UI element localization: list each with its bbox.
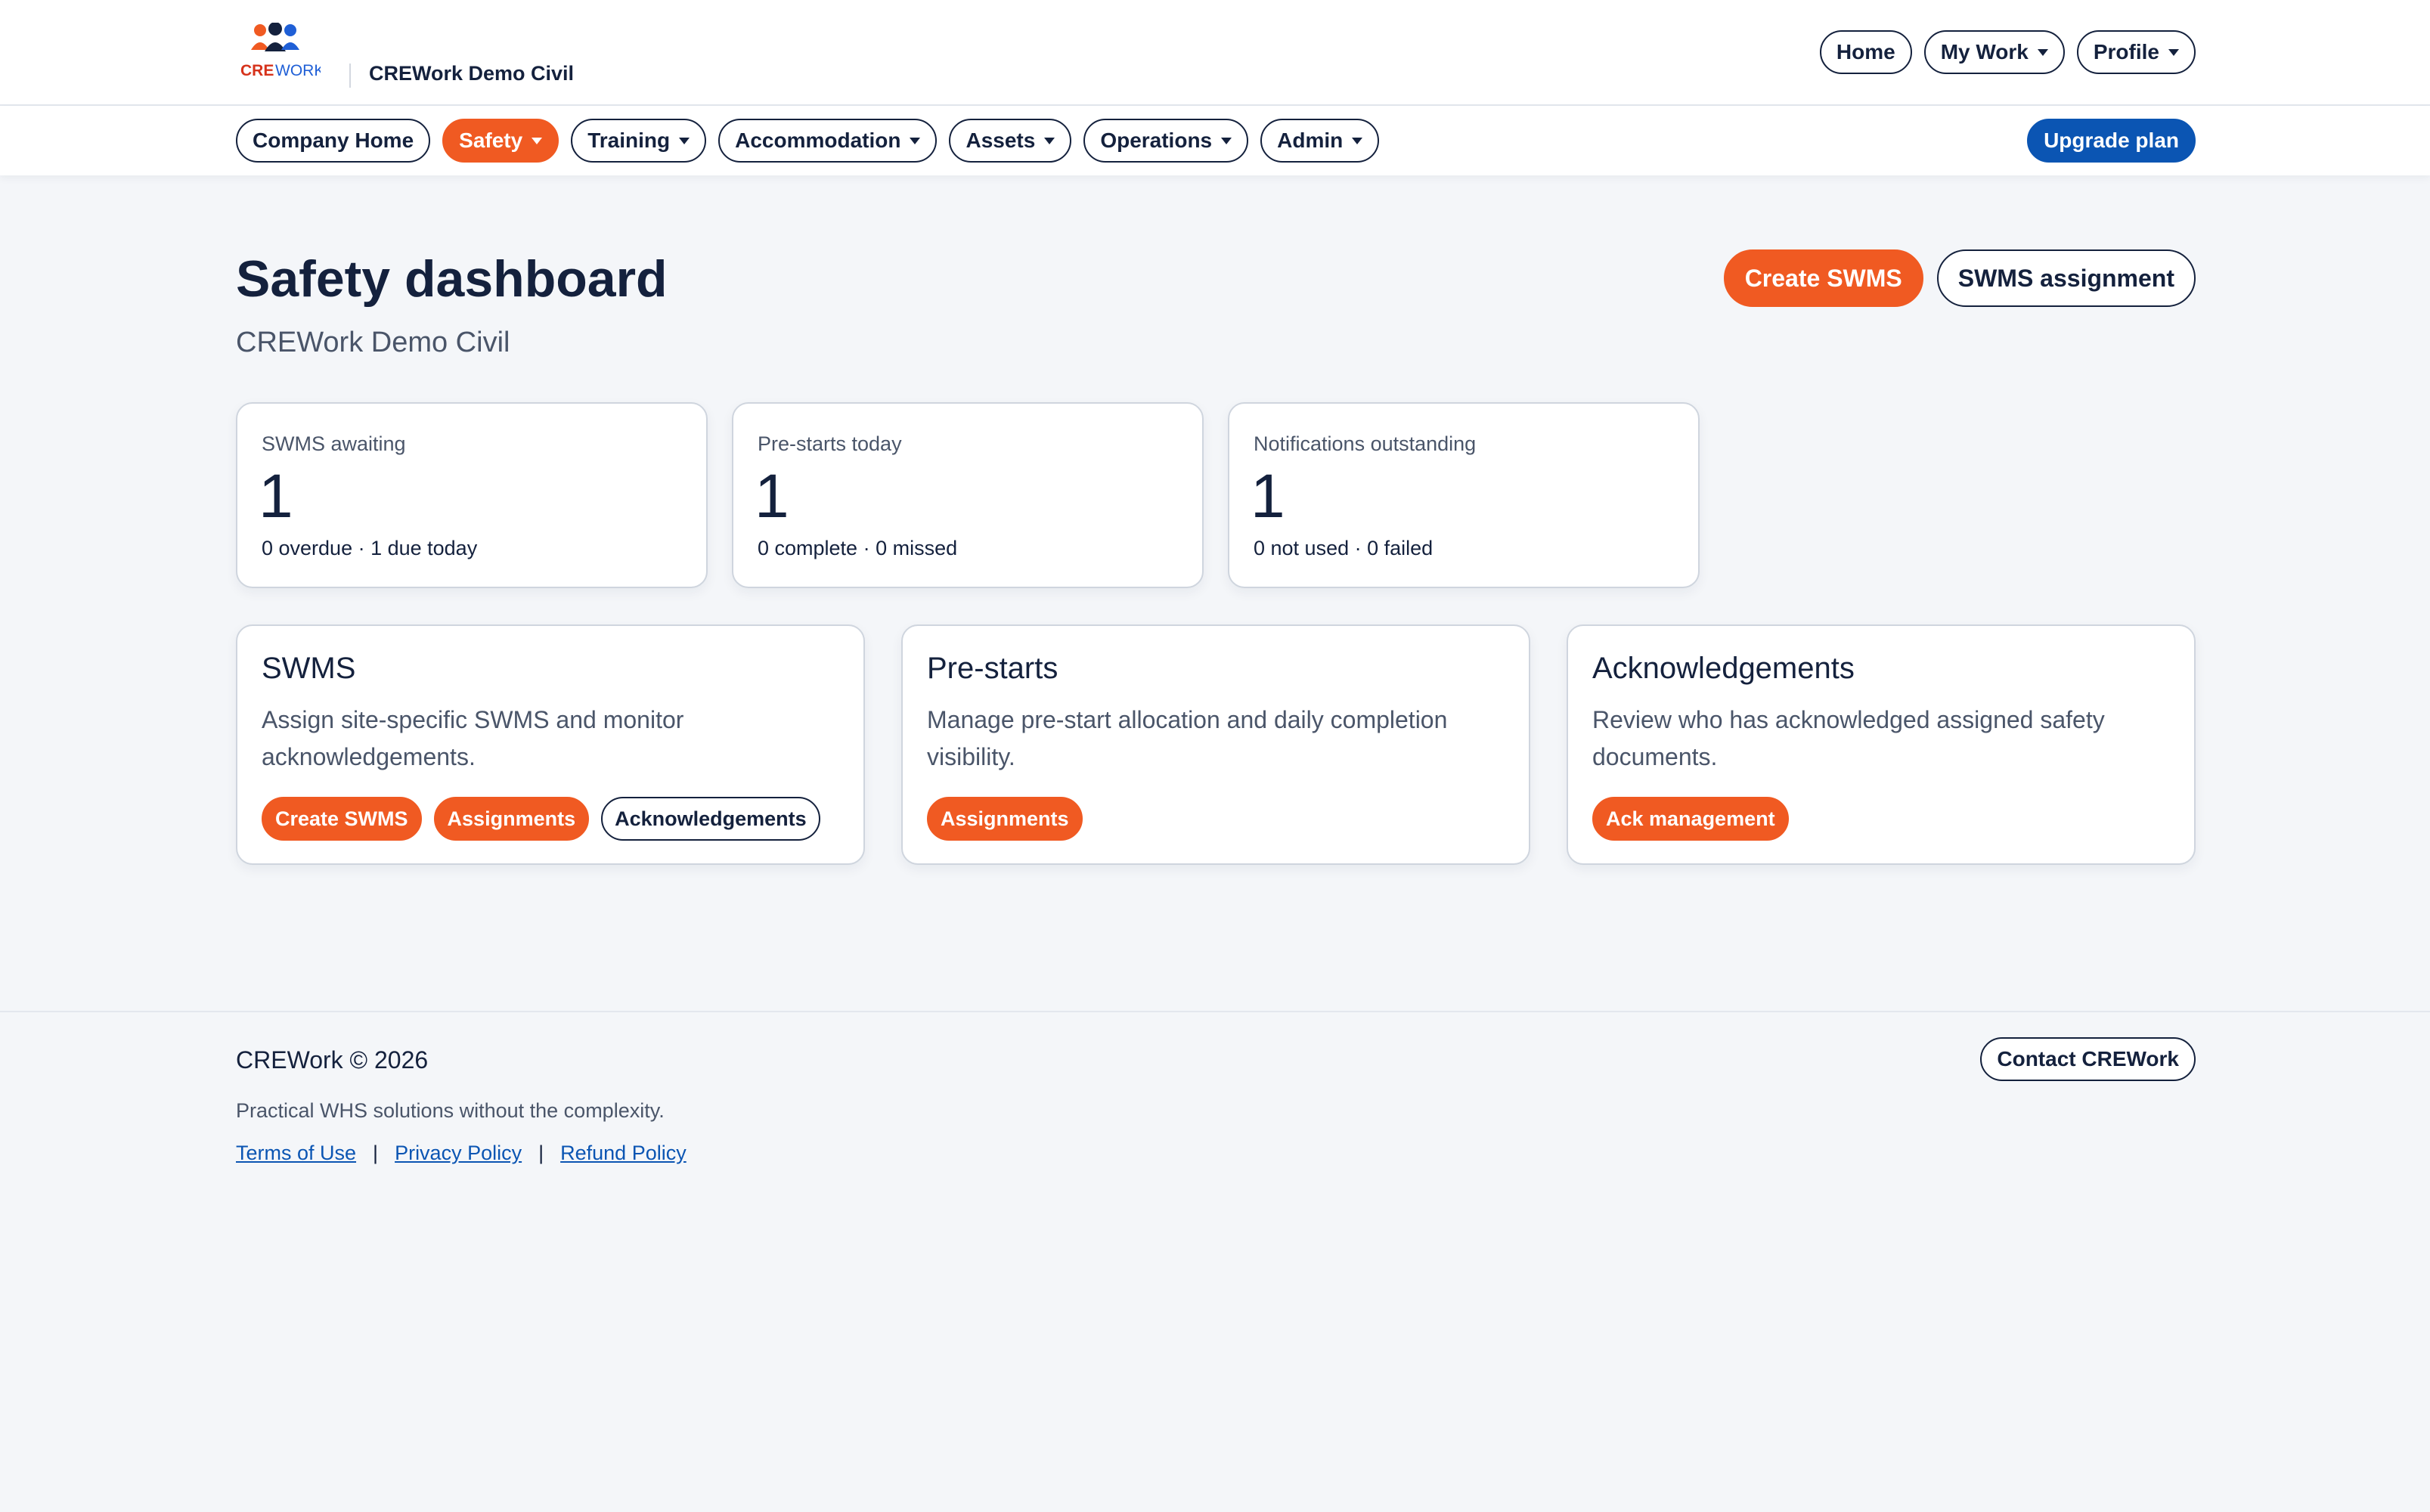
swms-assignment-label: SWMS assignment [1957,264,2174,292]
card-actions: Create SWMS Assignments Acknowledgements [262,797,820,841]
main-nav-bar: Company Home Safety Training Accommodati… [0,106,2430,175]
nav-label: Assets [965,129,1036,152]
card-actions: Ack management [1592,797,1789,841]
card-actions: Assignments [927,797,1083,841]
chevron-down-icon [1044,137,1055,144]
nav-label: Admin [1277,129,1344,152]
stat-card-notifications-outstanding: Notifications outstanding 1 0 not used ·… [1228,402,1700,588]
stat-meta: 0 not used · 0 failed [1254,537,1434,559]
chevron-down-icon [2168,48,2179,56]
stat-meta: 0 overdue · 1 due today [262,537,478,559]
stat-label: Pre-starts today [758,432,902,455]
svg-text:CRE: CRE [240,62,274,79]
swms-card: SWMS Assign site-specific SWMS and monit… [236,624,865,865]
nav-accommodation[interactable]: Accommodation [718,119,938,163]
svg-text:WORK: WORK [275,62,321,79]
card-description: Manage pre-start allocation and daily co… [927,706,1448,770]
company-name: CREWork Demo Civil [369,62,575,85]
nav-assets[interactable]: Assets [949,119,1072,163]
logo-divider [349,64,351,88]
stat-label: SWMS awaiting [262,432,406,455]
home-button[interactable]: Home [1819,30,1912,74]
nav-safety[interactable]: Safety [442,119,559,163]
crework-logo[interactable]: CRE WORK [236,22,324,82]
create-swms-button[interactable]: Create SWMS [1723,249,1923,307]
profile-dropdown[interactable]: Profile [2076,30,2196,74]
chevron-down-icon [1352,137,1363,144]
swms-assignments-button[interactable]: Assignments [433,797,590,841]
card-title: SWMS [262,652,356,685]
button-label: Ack management [1606,807,1775,830]
stat-card-swms-awaiting: SWMS awaiting 1 0 overdue · 1 due today [236,402,708,588]
card-title: Pre-starts [927,652,1058,685]
ack-management-button[interactable]: Ack management [1592,797,1789,841]
footer-divider [0,1011,2430,1012]
home-label: Home [1836,40,1895,64]
my-work-label: My Work [1940,40,2029,64]
chevron-down-icon [910,137,921,144]
logo-people-icon: CRE WORK [240,22,324,79]
create-swms-label: Create SWMS [1744,264,1902,292]
page-subtitle: CREWork Demo Civil [236,327,510,358]
chevron-down-icon [1221,137,1232,144]
stat-value: 1 [755,462,789,531]
card-description: Review who has acknowledged assigned saf… [1592,706,2105,770]
main-nav: Company Home Safety Training Accommodati… [236,119,1380,163]
contact-crework-button[interactable]: Contact CREWork [1980,1037,2196,1081]
top-bar: CRE WORK CREWork Demo Civil Home My Work… [0,0,2430,106]
user-menu: Home My Work Profile [1819,30,2196,74]
my-work-dropdown[interactable]: My Work [1923,30,2065,74]
button-label: Create SWMS [275,807,408,830]
link-separator: | [538,1142,544,1164]
profile-label: Profile [2093,40,2159,64]
chevron-down-icon [679,137,690,144]
pre-starts-assignments-button[interactable]: Assignments [927,797,1083,841]
pre-starts-card: Pre-starts Manage pre-start allocation a… [901,624,1530,865]
button-label: Acknowledgements [615,807,807,830]
chevron-down-icon [2037,48,2048,56]
stat-meta: 0 complete · 0 missed [758,537,958,559]
nav-label: Operations [1100,129,1213,152]
header-actions: Create SWMS SWMS assignment [1723,249,2196,307]
acknowledgements-card: Acknowledgements Review who has acknowle… [1567,624,2196,865]
chevron-down-icon [532,137,543,144]
nav-admin[interactable]: Admin [1260,119,1380,163]
terms-link[interactable]: Terms of Use [236,1142,356,1165]
swms-assignment-button[interactable]: SWMS assignment [1936,249,2196,307]
create-swms-card-button[interactable]: Create SWMS [262,797,422,841]
upgrade-label: Upgrade plan [2044,129,2179,152]
button-label: Assignments [941,807,1069,830]
nav-label: Company Home [253,129,414,152]
nav-training[interactable]: Training [571,119,707,163]
card-description: Assign site-specific SWMS and monitor ac… [262,706,684,770]
nav-label: Training [587,129,671,152]
nav-operations[interactable]: Operations [1083,119,1249,163]
footer-copyright: CREWork © 2026 [236,1046,429,1074]
nav-company-home[interactable]: Company Home [236,119,431,163]
link-separator: | [373,1142,379,1164]
stat-value: 1 [259,462,293,531]
nav-label: Accommodation [735,129,901,152]
swms-acknowledgements-button[interactable]: Acknowledgements [601,797,820,841]
card-title: Acknowledgements [1592,652,1855,685]
refund-link[interactable]: Refund Policy [560,1142,687,1165]
stat-card-pre-starts-today: Pre-starts today 1 0 complete · 0 missed [732,402,1204,588]
stat-label: Notifications outstanding [1254,432,1477,455]
privacy-link[interactable]: Privacy Policy [395,1142,522,1165]
nav-label: Safety [459,129,523,152]
footer-links: Terms of Use | Privacy Policy | Refund P… [236,1142,687,1165]
stat-value: 1 [1251,462,1285,531]
upgrade-plan-button[interactable]: Upgrade plan [2027,119,2196,163]
page-title: Safety dashboard [236,250,668,308]
contact-label: Contact CREWork [1997,1047,2179,1070]
footer-tagline: Practical WHS solutions without the comp… [236,1099,665,1122]
button-label: Assignments [447,807,576,830]
